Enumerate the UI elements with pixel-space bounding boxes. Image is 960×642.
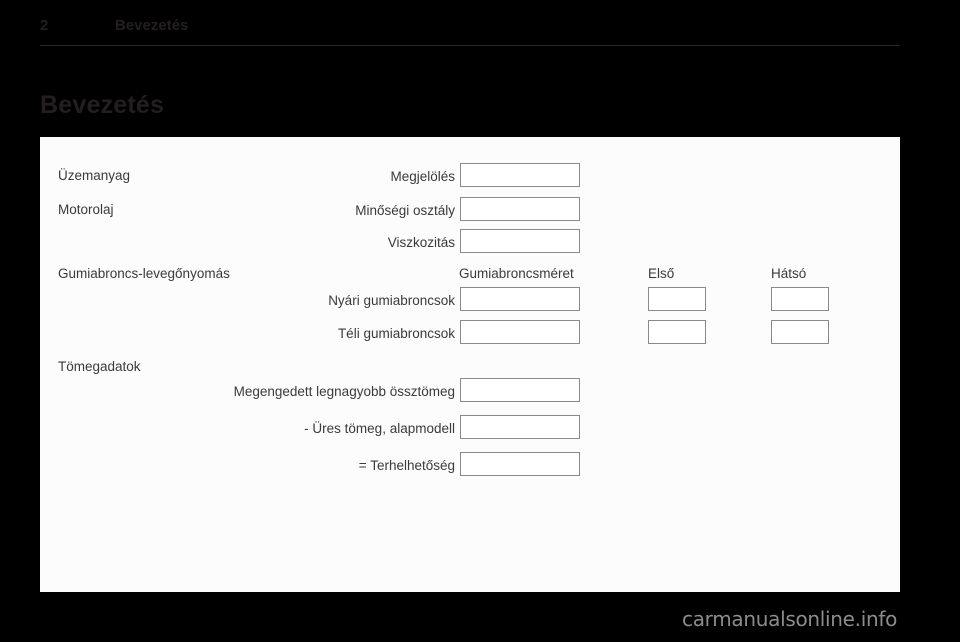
section-label-fuel: Üzemanyag — [58, 168, 131, 183]
field-label-marking: Megjelölés — [390, 169, 455, 184]
input-marking[interactable] — [460, 163, 580, 187]
section-label-tyre-pressure: Gumiabroncs-levegőnyomás — [58, 266, 230, 281]
field-label-kerb-weight-base-model: - Üres tömeg, alapmodell — [304, 421, 455, 436]
input-viscosity[interactable] — [460, 229, 580, 253]
input-gross-vehicle-weight[interactable] — [460, 378, 580, 402]
input-summer-tyre-size[interactable] — [460, 287, 580, 311]
field-label-summer-tyres: Nyári gumiabroncsok — [328, 293, 455, 308]
input-kerb-weight-base-model[interactable] — [460, 415, 580, 439]
header-chapter-name: Bevezetés — [115, 17, 189, 34]
field-label-winter-tyres: Téli gumiabroncsok — [337, 326, 455, 341]
page-title: Bevezetés — [40, 90, 165, 119]
footer-watermark: carmanualsonline.info — [682, 607, 898, 631]
column-header-rear: Hátsó — [771, 266, 807, 281]
section-label-engine-oil: Motorolaj — [58, 202, 114, 217]
input-quality-class[interactable] — [460, 197, 580, 221]
page-number: 2 — [40, 17, 49, 34]
header-divider — [40, 45, 900, 46]
field-label-payload: = Terhelhetőség — [358, 458, 455, 473]
input-winter-rear-pressure[interactable] — [771, 320, 829, 344]
input-summer-rear-pressure[interactable] — [771, 287, 829, 311]
input-summer-front-pressure[interactable] — [648, 287, 706, 311]
specification-form-panel: Üzemanyag Megjelölés Motorolaj Minőségi … — [40, 137, 900, 592]
input-winter-tyre-size[interactable] — [460, 320, 580, 344]
input-winter-front-pressure[interactable] — [648, 320, 706, 344]
field-label-viscosity: Viszkozitás — [387, 235, 455, 250]
column-header-tyre-size: Gumiabroncsméret — [459, 266, 574, 281]
input-payload[interactable] — [460, 452, 580, 476]
page-header: 2 Bevezetés — [0, 0, 960, 46]
field-label-gross-vehicle-weight: Megengedett legnagyobb össztömeg — [233, 384, 455, 399]
field-label-quality-class: Minőségi osztály — [355, 203, 455, 218]
column-header-front: Első — [648, 266, 675, 281]
section-label-mass-data: Tömegadatok — [58, 359, 141, 374]
